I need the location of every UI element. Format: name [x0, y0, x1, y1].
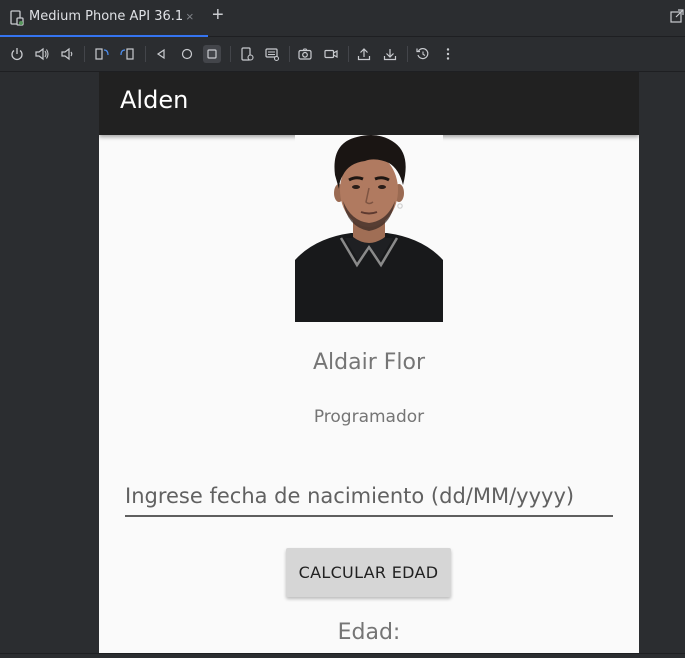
- fold-icon[interactable]: [238, 45, 256, 63]
- profile-name: Aldair Flor: [312, 350, 426, 375]
- home-icon[interactable]: [178, 45, 196, 63]
- toolbar-separator: [145, 46, 146, 62]
- tab-title: Medium Phone API 36.1: [29, 9, 184, 24]
- toolbar-separator: [289, 46, 290, 62]
- snapshot-icon[interactable]: [414, 45, 432, 63]
- bottom-edge: [0, 653, 685, 658]
- toolbar-separator: [84, 46, 85, 62]
- toolbar-separator: [348, 46, 349, 62]
- tab-medium-phone[interactable]: Medium Phone API 36.1 ×: [0, 0, 208, 37]
- open-external-icon[interactable]: [670, 9, 684, 23]
- new-tab-icon[interactable]: +: [212, 5, 224, 25]
- tab-bar: Medium Phone API 36.1 × +: [0, 0, 685, 37]
- profile-role: Programador: [313, 407, 425, 427]
- volume-up-icon[interactable]: [33, 45, 51, 63]
- overview-icon[interactable]: [203, 45, 221, 63]
- app-title: Alden: [120, 86, 189, 114]
- record-icon[interactable]: [322, 45, 340, 63]
- device-icon: [10, 10, 24, 26]
- tab-close-icon[interactable]: ×: [186, 9, 194, 24]
- back-icon[interactable]: [152, 45, 170, 63]
- app-bar: Alden: [99, 72, 639, 135]
- more-icon[interactable]: [439, 45, 457, 63]
- birthdate-input[interactable]: [125, 477, 613, 517]
- rotate-right-icon[interactable]: [118, 45, 136, 63]
- toolbar-separator: [407, 46, 408, 62]
- keyboard-icon[interactable]: [263, 45, 281, 63]
- upload-icon[interactable]: [355, 45, 373, 63]
- emulator-toolbar: [0, 37, 685, 72]
- profile-photo: [295, 135, 443, 322]
- download-icon[interactable]: [381, 45, 399, 63]
- rotate-left-icon[interactable]: [93, 45, 111, 63]
- volume-down-icon[interactable]: [58, 45, 76, 63]
- age-result: Edad:: [337, 620, 401, 645]
- power-icon[interactable]: [8, 45, 26, 63]
- toolbar-separator: [230, 46, 231, 62]
- screenshot-icon[interactable]: [296, 45, 314, 63]
- device-screen: Alden Aldair Flor Programador CALCULAR: [99, 72, 639, 653]
- calculate-age-button[interactable]: CALCULAR EDAD: [286, 548, 451, 597]
